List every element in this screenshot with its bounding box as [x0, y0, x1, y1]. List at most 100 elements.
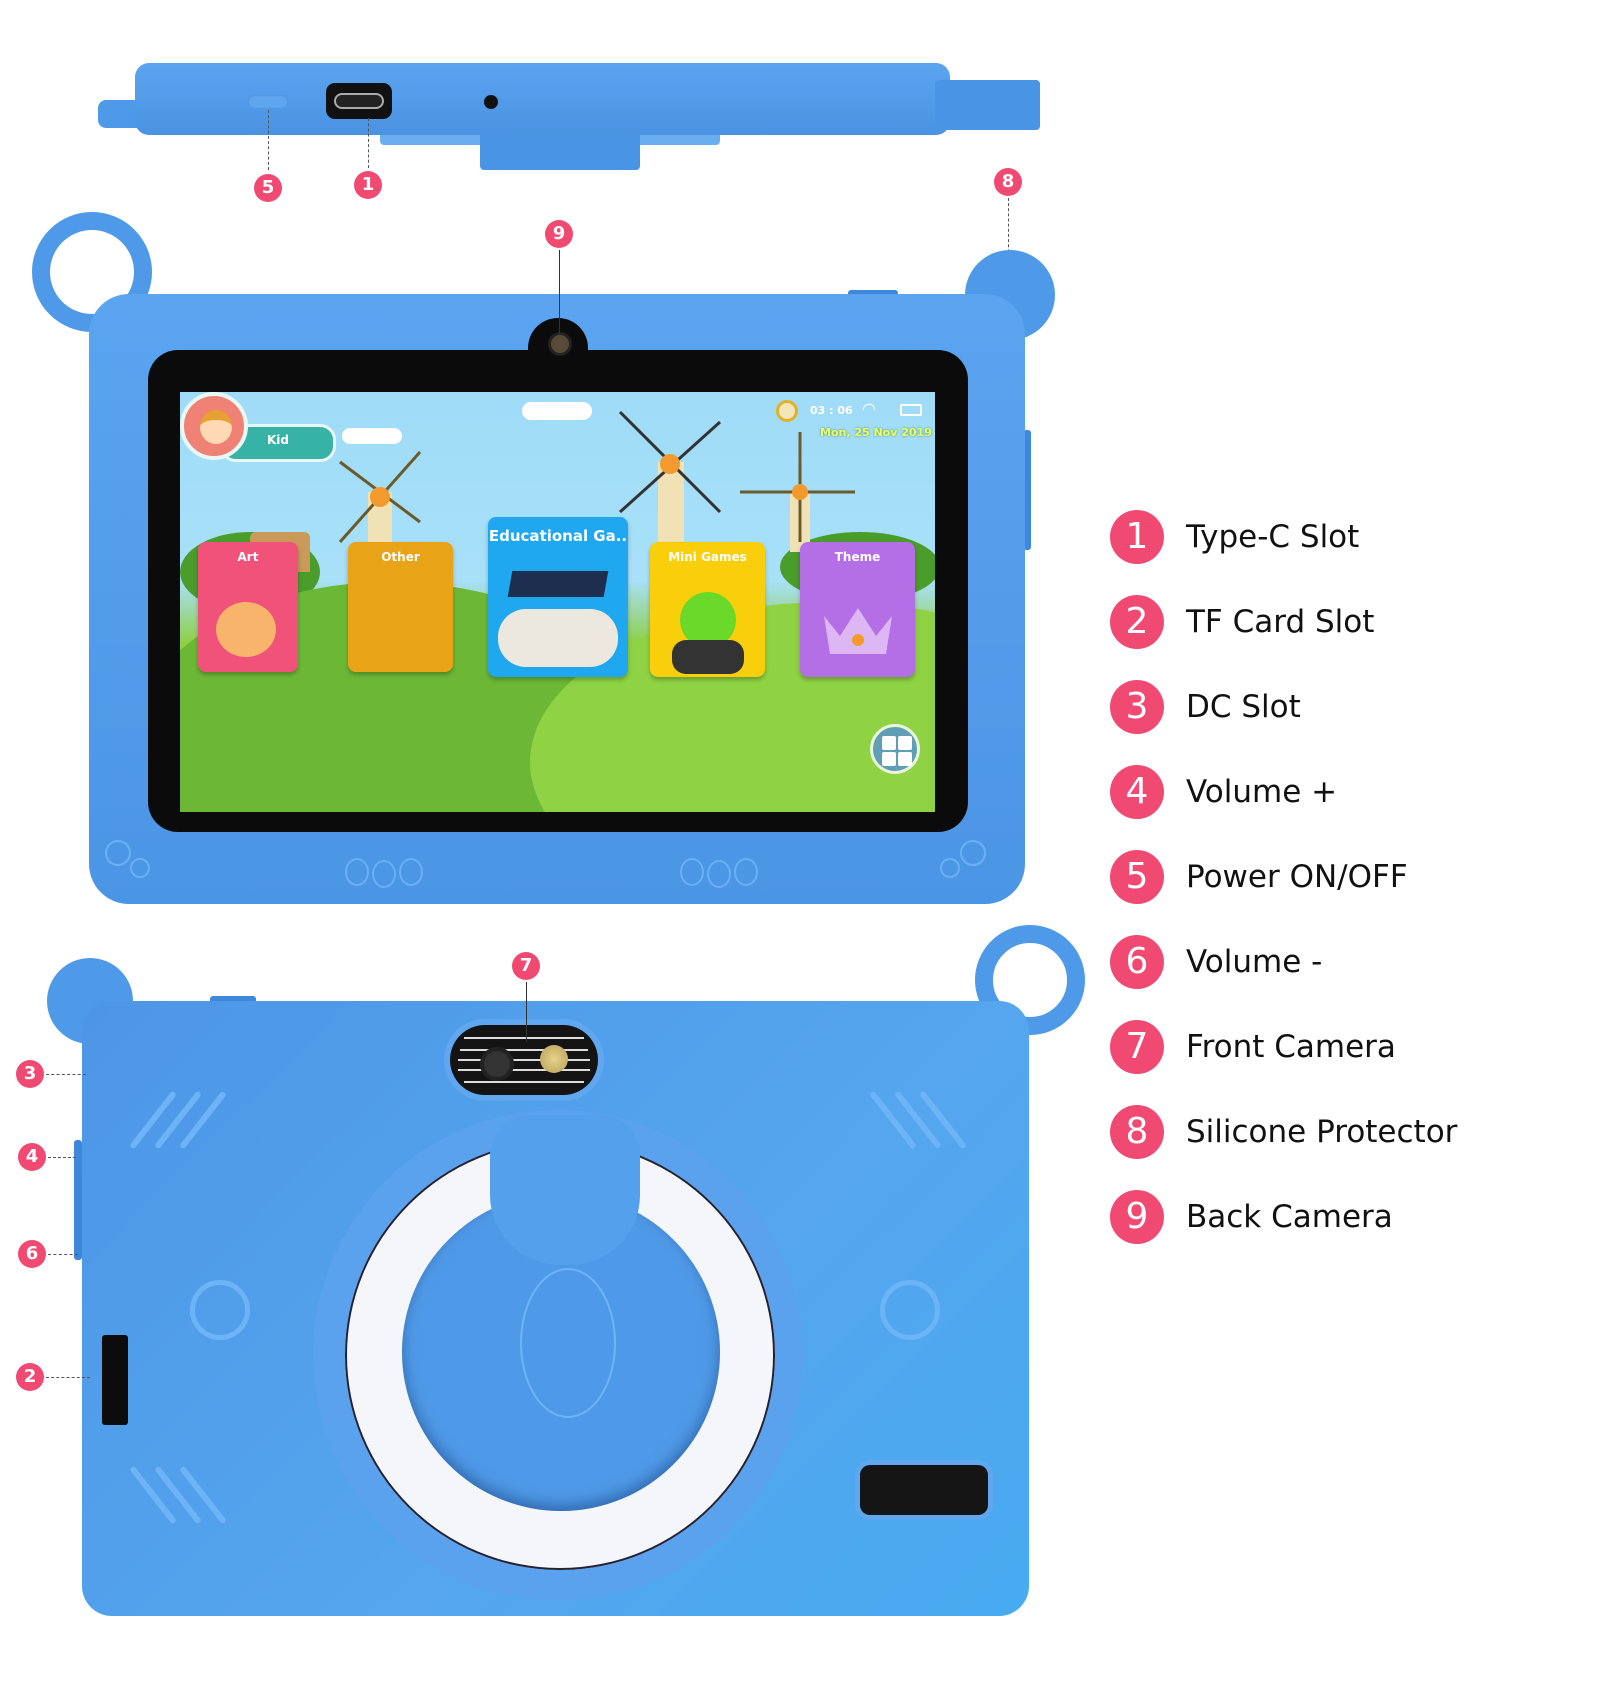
power-button[interactable] [248, 95, 288, 109]
legend-item: 9 Back Camera [1110, 1189, 1393, 1245]
legend-number-badge: 1 [1110, 510, 1164, 564]
edge-stand [480, 132, 640, 170]
volume-buttons[interactable] [74, 1140, 82, 1260]
paw-print [680, 858, 704, 886]
paw-print [399, 858, 423, 886]
callout-badge-protector: 8 [994, 168, 1022, 196]
app-other[interactable]: Other [348, 542, 453, 672]
kid-avatar[interactable] [180, 392, 248, 460]
legend-item: 6 Volume - [1110, 934, 1322, 990]
app-educational-games[interactable]: Educational Ga.. [488, 517, 628, 677]
emboss-sun [190, 1280, 250, 1340]
controller-icon [672, 640, 744, 674]
status-time: 03 : 06 [810, 404, 853, 417]
crown-icon [824, 608, 892, 654]
legend-item: 8 Silicone Protector [1110, 1104, 1457, 1160]
paw-print [105, 840, 131, 866]
profile-name: Kid [267, 433, 290, 447]
type-c-port [326, 83, 392, 119]
callout-line-power [268, 110, 269, 170]
edge-right-ear [935, 80, 1040, 130]
callout-line-tf-slot [46, 1377, 90, 1378]
camera-grille-line [464, 1081, 584, 1083]
clock-icon [776, 400, 798, 422]
app-label: Other [381, 550, 420, 564]
paw-print [707, 860, 731, 888]
paw-print [940, 858, 960, 878]
callout-line-back-camera [559, 250, 560, 335]
paw-print [960, 840, 986, 866]
legend-item: 4 Volume + [1110, 764, 1337, 820]
legend-label: Power ON/OFF [1186, 859, 1408, 895]
callout-line-typec [368, 118, 369, 168]
gamepad-icon [498, 609, 618, 667]
callout-badge-volume-up: 4 [18, 1143, 46, 1171]
camera-grille-line [464, 1037, 584, 1039]
windmill-icon [740, 432, 855, 552]
legend-item: 7 Front Camera [1110, 1019, 1396, 1075]
microphone-hole [484, 95, 498, 109]
grid-icon [882, 752, 896, 766]
graduation-cap-icon [507, 571, 609, 597]
app-theme[interactable]: Theme [800, 542, 915, 677]
camera-grille-line [458, 1069, 590, 1071]
speaker-grille [860, 1465, 988, 1515]
callout-line-dc-slot [46, 1074, 86, 1075]
callout-badge-typec: 1 [354, 171, 382, 199]
legend-label: Volume - [1186, 944, 1323, 980]
tf-card-slot [102, 1335, 128, 1425]
legend-number-badge: 7 [1110, 1020, 1164, 1074]
cloud [522, 402, 592, 420]
battery-icon [900, 404, 922, 416]
callout-line-volume-down [48, 1254, 78, 1255]
callout-badge-dc-slot: 3 [16, 1060, 44, 1088]
legend-label: Type-C Slot [1186, 519, 1360, 555]
app-label: Educational Ga.. [488, 527, 628, 545]
tablet-screen: Kid 03 : 06 ◠ Mon, 25 Nov 2019 Art Other… [180, 392, 935, 812]
callout-badge-power: 5 [254, 174, 282, 202]
camera-grille-line [458, 1059, 590, 1061]
grid-icon [898, 752, 912, 766]
legend-number-badge: 4 [1110, 765, 1164, 819]
windmill-icon [338, 451, 422, 552]
legend-label: Back Camera [1186, 1199, 1393, 1235]
legend-number-badge: 3 [1110, 680, 1164, 734]
paw-print [372, 860, 396, 888]
type-c-port-inner [334, 93, 384, 109]
legend-label: Silicone Protector [1186, 1114, 1458, 1150]
back-camera-lens [548, 332, 572, 356]
callout-badge-tf-slot: 2 [16, 1363, 44, 1391]
legend-number-badge: 5 [1110, 850, 1164, 904]
legend-number-badge: 2 [1110, 595, 1164, 649]
stand-oval-emboss [520, 1268, 616, 1418]
camera-grille-line [460, 1049, 588, 1051]
app-label: Mini Games [668, 550, 747, 564]
legend-item: 5 Power ON/OFF [1110, 849, 1408, 905]
grid-icon [898, 736, 912, 750]
grid-icon [882, 736, 896, 750]
paw-print [130, 858, 150, 878]
legend-number-badge: 9 [1110, 1190, 1164, 1244]
callout-line-front-camera [526, 982, 527, 1042]
legend-label: DC Slot [1186, 689, 1301, 725]
app-art[interactable]: Art [198, 542, 298, 672]
status-date: Mon, 25 Nov 2019 [820, 426, 932, 439]
app-label: Theme [834, 550, 881, 564]
flash-icon [540, 1045, 568, 1073]
callout-line-volume-up [48, 1157, 76, 1158]
callout-badge-front-camera: 7 [512, 952, 540, 980]
legend-number-badge: 6 [1110, 935, 1164, 989]
emboss-sun [880, 1280, 940, 1340]
legend-item: 2 TF Card Slot [1110, 594, 1374, 650]
wifi-icon: ◠ [862, 399, 876, 418]
all-apps-button[interactable] [870, 724, 920, 774]
paw-print [345, 858, 369, 886]
legend-item: 3 DC Slot [1110, 679, 1301, 735]
front-camera-lens [480, 1047, 514, 1081]
legend-item: 1 Type-C Slot [1110, 509, 1359, 565]
palette-icon [216, 602, 276, 657]
app-mini-games[interactable]: Mini Games [650, 542, 765, 677]
paw-print [734, 858, 758, 886]
app-label: Art [237, 550, 259, 564]
legend-number-badge: 8 [1110, 1105, 1164, 1159]
